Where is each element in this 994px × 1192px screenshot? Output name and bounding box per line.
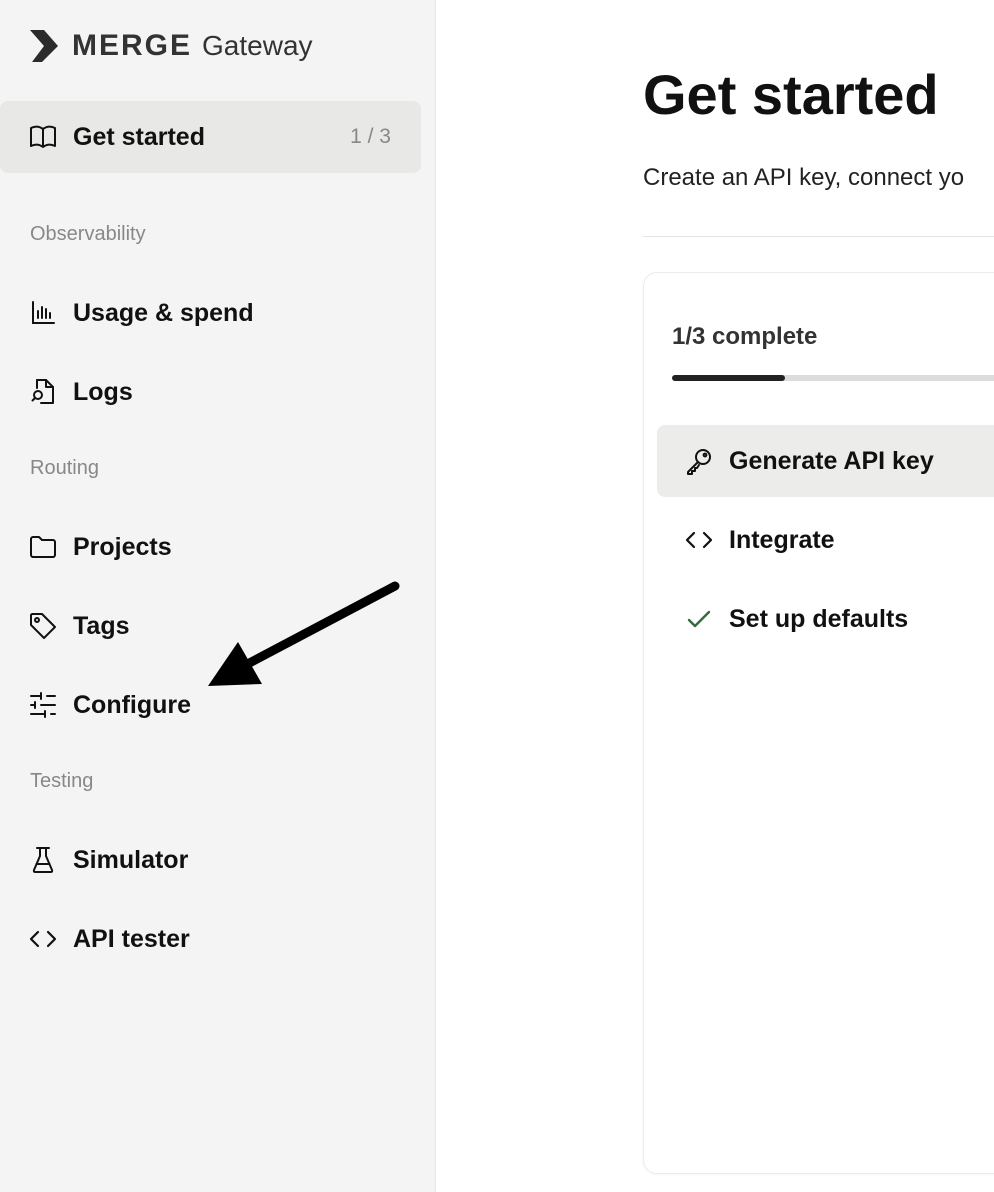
section-label-routing: Routing [30, 457, 99, 479]
code-icon [29, 925, 57, 953]
sidebar: MERGE Gateway Get started 1 / 3 Observab… [0, 0, 436, 1192]
progress-label: 1/3 complete [672, 323, 818, 350]
progress-bar [672, 375, 994, 381]
flask-icon [29, 846, 57, 874]
section-label-observability: Observability [30, 223, 146, 245]
sidebar-item-label: Projects [73, 532, 172, 561]
sidebar-item-label: Simulator [73, 845, 189, 874]
sidebar-item-label: Configure [73, 690, 192, 719]
sidebar-item-projects[interactable]: Projects [0, 511, 421, 583]
step-label: Set up defaults [729, 604, 909, 633]
merge-logo-icon [30, 30, 58, 62]
sidebar-item-simulator[interactable]: Simulator [0, 824, 421, 896]
sliders-icon [29, 691, 57, 719]
tag-icon [29, 612, 57, 640]
sidebar-item-label: Tags [73, 611, 130, 640]
sidebar-item-label: API tester [73, 924, 190, 953]
sidebar-item-usage-spend[interactable]: Usage & spend [0, 277, 421, 349]
brand-name: MERGE [72, 29, 193, 62]
folder-icon [29, 533, 57, 561]
sidebar-item-get-started[interactable]: Get started 1 / 3 [0, 101, 421, 173]
bar-chart-icon [29, 299, 57, 327]
step-set-up-defaults[interactable]: Set up defaults [657, 583, 994, 655]
step-integrate[interactable]: Integrate [657, 504, 994, 576]
page-subtitle: Create an API key, connect yo [643, 164, 965, 191]
annotation-arrow-icon [208, 581, 400, 686]
step-generate-api-key[interactable]: Generate API key [657, 425, 994, 497]
key-icon [685, 447, 713, 475]
sidebar-item-label: Logs [73, 377, 133, 406]
code-icon [685, 526, 713, 554]
brand-subtitle: Gateway [202, 30, 313, 61]
divider [643, 236, 994, 237]
book-open-icon [29, 123, 57, 151]
sidebar-item-logs[interactable]: Logs [0, 356, 421, 428]
step-label: Generate API key [729, 446, 934, 475]
sidebar-item-label: Usage & spend [73, 298, 254, 327]
file-search-icon [29, 378, 57, 406]
check-icon [685, 605, 713, 633]
sidebar-item-api-tester[interactable]: API tester [0, 903, 421, 975]
progress-count-badge: 1 / 3 [350, 125, 391, 148]
section-label-testing: Testing [30, 770, 94, 792]
progress-bar-fill [672, 375, 786, 381]
step-label: Integrate [729, 525, 835, 554]
sidebar-item-label: Get started [73, 122, 205, 151]
onboarding-card: 1/3 complete Generate API key Integrate … [643, 272, 994, 1174]
brand-logo[interactable]: MERGE Gateway [28, 26, 313, 66]
page-title: Get started [643, 63, 939, 126]
